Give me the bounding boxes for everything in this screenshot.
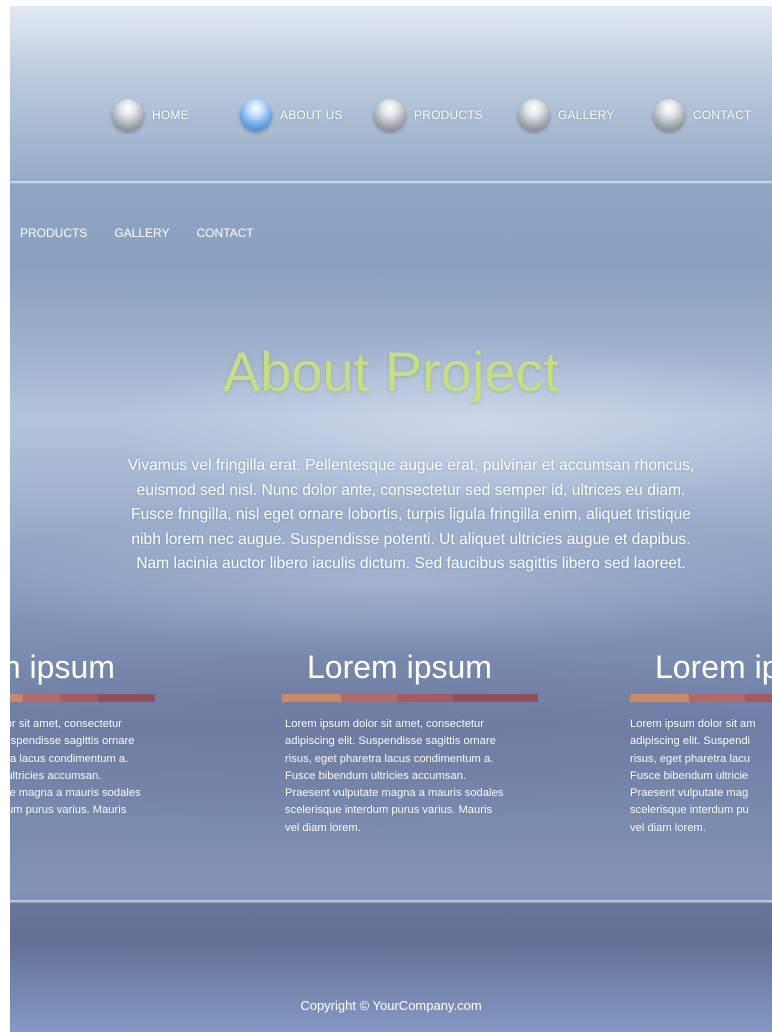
- column-line: tate magna a mauris sodales: [10, 787, 141, 800]
- column-line: adipiscing elit. Suspendisse sagittis or…: [285, 735, 496, 748]
- nav-item-about-us[interactable]: ABOUT US: [240, 98, 343, 132]
- column-line: adipiscing elit. Suspendi: [630, 735, 751, 748]
- sub-nav-products[interactable]: PRODUCTS: [20, 226, 87, 242]
- column-line: rdum purus varius. Mauris: [10, 804, 127, 817]
- intro-line: nibh lorem nec augue. Suspendisse potent…: [131, 530, 691, 548]
- intro-line: Fusce fringilla, nisl eget ornare lobort…: [131, 506, 691, 523]
- intro-line: euismod sed nisl. Nunc dolor ante, conse…: [136, 481, 686, 499]
- column-line: Lorem ipsum dolor sit amet, consectetur: [285, 718, 484, 730]
- intro-line: Nam lacinia auctor libero iaculis dictum…: [136, 555, 686, 572]
- column-line: Fusce bibendum ultricies accumsan.: [285, 769, 466, 782]
- sphere-icon: [374, 99, 406, 131]
- column-accent-bar: [10, 694, 155, 702]
- header-band: [10, 6, 772, 182]
- page-title: About Project: [222, 340, 560, 403]
- column-line: etra lacus condimentum a.: [10, 752, 129, 765]
- nav-label: GALLERY: [558, 108, 615, 122]
- column-title: m ipsum: [10, 649, 115, 685]
- nav-item-home[interactable]: HOME: [112, 98, 189, 132]
- column-text: olor sit amet, consectetur Suspendisse s…: [10, 716, 257, 820]
- nav-label: CONTACT: [693, 108, 752, 122]
- nav-item-products[interactable]: PRODUCTS: [374, 98, 483, 132]
- column-line: risus, eget pharetra lacu: [630, 752, 751, 765]
- content-column-3: Lorem ip Lorem ipsum dolor sit am adipis…: [630, 646, 772, 837]
- column-text: Lorem ipsum dolor sit amet, consectetur …: [285, 716, 542, 837]
- column-line: Lorem ipsum dolor sit am: [630, 718, 756, 730]
- column-line: Praesent vulputate magna a mauris sodale…: [285, 787, 504, 800]
- column-line: Praesent vulputate mag: [630, 787, 749, 800]
- column-title: Lorem ip: [655, 649, 772, 685]
- nav-label: PRODUCTS: [414, 108, 483, 122]
- sub-nav-contact[interactable]: CONTACT: [197, 226, 254, 242]
- nav-item-gallery[interactable]: GALLERY: [518, 98, 615, 132]
- sphere-icon: [653, 99, 685, 131]
- intro-paragraph: Vivamus vel fringilla erat. Pellentesque…: [65, 454, 757, 577]
- column-line: vel diam lorem.: [630, 821, 706, 834]
- sub-nav-gallery[interactable]: GALLERY: [114, 226, 169, 242]
- main-navigation: HOME ABOUT US PRODUCTS GALLERY CONTACT: [10, 98, 772, 132]
- column-title: Lorem ipsum: [307, 649, 492, 685]
- nav-label: ABOUT US: [280, 108, 343, 122]
- nav-item-contact[interactable]: CONTACT: [653, 98, 752, 132]
- column-line: risus, eget pharetra lacus condimentum a…: [285, 752, 494, 765]
- footer-copyright: Copyright © YourCompany.com: [300, 998, 482, 1013]
- column-line: scelerisque interdum pu: [630, 804, 749, 817]
- sphere-icon-active: [240, 99, 272, 131]
- column-accent-bar: [630, 694, 772, 702]
- content-column-2: Lorem ipsum Lorem ipsum dolor sit amet, …: [282, 646, 542, 837]
- sphere-icon: [518, 99, 550, 131]
- sphere-icon: [112, 99, 144, 131]
- column-line: olor sit amet, consectetur: [10, 718, 122, 730]
- column-line: Fusce bibendum ultricie: [630, 769, 749, 782]
- column-line: Suspendisse sagittis ornare: [10, 735, 135, 748]
- header-divider: [10, 181, 772, 184]
- secondary-navigation: PRODUCTS GALLERY CONTACT: [20, 226, 281, 242]
- content-column-1: m ipsum olor sit amet, consectetur Suspe…: [10, 646, 257, 820]
- nav-label: HOME: [152, 108, 189, 122]
- intro-line: Vivamus vel fringilla erat. Pellentesque…: [127, 457, 695, 474]
- column-line: n ultricies accumsan.: [10, 769, 102, 782]
- page-background: HOME ABOUT US PRODUCTS GALLERY CONTACT P…: [10, 6, 772, 1032]
- column-accent-bar: [282, 694, 538, 702]
- column-line: scelerisque interdum purus varius. Mauri…: [285, 804, 493, 817]
- column-line: vel diam lorem.: [285, 821, 361, 834]
- column-text: Lorem ipsum dolor sit am adipiscing elit…: [630, 716, 772, 837]
